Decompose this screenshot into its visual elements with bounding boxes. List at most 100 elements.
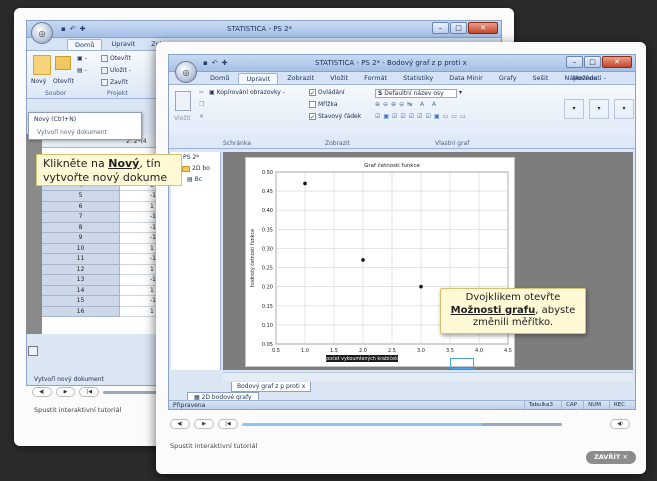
tab-sesit[interactable]: Sešit xyxy=(526,73,556,84)
sheet-tab-scatter[interactable]: Bodový graf z p proti x xyxy=(231,382,312,392)
paste-icon[interactable] xyxy=(175,91,191,111)
back-quick-access[interactable]: ▪ ↶ ✚ xyxy=(61,25,86,33)
checkbox-statusbar[interactable]: ✓ Stavový řádek xyxy=(309,113,361,121)
row-number[interactable]: 15 xyxy=(42,296,120,307)
data-point[interactable] xyxy=(419,284,423,289)
tab-domu[interactable]: Domů xyxy=(203,73,236,84)
prev-button[interactable]: |◀ xyxy=(218,419,238,429)
ribbon-extra-3[interactable]: ▾ xyxy=(614,99,634,119)
data-point[interactable] xyxy=(361,258,365,262)
tab-grafy[interactable]: Grafy xyxy=(492,73,524,84)
paste-button[interactable]: Vložit xyxy=(174,115,191,122)
graph-tools-icons[interactable]: ☑▣☑☑☑☑☑▣▭▭▭ xyxy=(375,113,469,120)
rewind-button[interactable]: ◀| xyxy=(32,387,52,397)
minimize-button[interactable]: – xyxy=(432,22,449,34)
back-tutorial-link[interactable]: Spustit interaktivní tutoriál xyxy=(34,406,121,414)
back-sheet-icon[interactable] xyxy=(28,346,38,356)
maximize-button[interactable]: □ xyxy=(450,22,467,34)
play-button[interactable]: ▶ xyxy=(55,387,76,397)
x-axis-label[interactable]: počet vykoumlených krabiček xyxy=(326,355,398,362)
menu-item-new[interactable]: Nový (Ctrl+N) xyxy=(29,113,141,126)
tab-format[interactable]: Formát xyxy=(357,73,394,84)
row-number[interactable]: 13 xyxy=(42,275,120,286)
front-tutorial-link[interactable]: Spustit interaktivní tutoriál xyxy=(170,442,257,450)
volume-button[interactable]: ◀) xyxy=(610,419,630,429)
row-number[interactable]: 14 xyxy=(42,285,120,296)
front-window-controls: – □ ✕ xyxy=(566,56,632,68)
tab-domu[interactable]: Domů xyxy=(67,39,103,50)
front-title-bar: ▪ ↶ ✚ STATISTICA - PS 2* - Bodový graf z p… xyxy=(169,55,635,72)
front-player-controls: ◀| ▶ |◀ ◀) xyxy=(170,416,640,432)
close-icon: ✕ xyxy=(622,453,628,461)
y-tick-label: 0.15 xyxy=(262,304,273,310)
chart-title: Graf četnosti funkce xyxy=(364,162,420,169)
row-number[interactable]: 16 xyxy=(42,306,120,317)
save-small-icon xyxy=(101,67,108,74)
open-button[interactable]: Otevřít xyxy=(53,78,74,85)
tab-statistiky[interactable]: Statistiky xyxy=(396,73,440,84)
new-button[interactable]: Nový xyxy=(31,78,46,85)
y-tick-label: 0.25 xyxy=(262,266,273,272)
save-icon[interactable]: ▣ - xyxy=(77,55,87,62)
ribbon-extra-1[interactable]: ▾ xyxy=(564,99,584,119)
row-number[interactable]: 5 xyxy=(42,191,120,202)
row-number[interactable]: 11 xyxy=(42,254,120,265)
rewind-button[interactable]: ◀| xyxy=(170,419,190,429)
prev-button[interactable]: |◀ xyxy=(79,387,100,397)
row-number[interactable]: 12 xyxy=(42,264,120,275)
y-axis-label[interactable]: hodnoty četnosti funkce xyxy=(249,229,256,287)
maximize-button[interactable]: □ xyxy=(584,56,601,68)
axis-style-select[interactable]: S Defaultní název osy xyxy=(375,89,457,98)
print-icon[interactable]: ▤ - xyxy=(77,67,87,74)
data-point[interactable] xyxy=(303,181,307,186)
options-menu[interactable]: Možnosti - xyxy=(566,73,613,84)
scatter-chart[interactable]: 0.5 1.0 1.5 2.0 2.5 3.0 3.5 4.0 4.5 0.05 0.10 0.15 0… xyxy=(246,158,516,368)
tab-data-mining[interactable]: Data Minir xyxy=(442,73,490,84)
graph-doc-icon: ▤ xyxy=(187,176,195,183)
y-tick-label: 0.20 xyxy=(262,285,273,291)
cut-icon[interactable]: ✂ xyxy=(199,89,204,96)
y-tick-label: 0.35 xyxy=(262,227,273,233)
ribbon-save-link[interactable]: Uložit - xyxy=(101,67,131,74)
screen-copy-button[interactable]: ▣ Kopírování obrazovky - xyxy=(209,89,285,96)
front-progress-track[interactable] xyxy=(242,422,562,426)
checkbox-grid[interactable]: Mřížka xyxy=(309,101,338,108)
tab-upravit[interactable]: Upravit xyxy=(238,73,279,84)
tab-vlozit[interactable]: Vložit xyxy=(323,73,355,84)
new-dropdown-menu: Nový (Ctrl+N) Vytvoří nový dokument xyxy=(28,112,142,140)
group-label-custom-graph: Vlastní graf xyxy=(435,140,470,147)
ribbon-extra-2[interactable]: ▾ xyxy=(589,99,609,119)
status-rec: REC xyxy=(608,401,629,409)
app-menu-orb[interactable]: ◎ xyxy=(175,61,197,83)
horizontal-scrollbar[interactable] xyxy=(223,372,633,381)
row-number[interactable]: 10 xyxy=(42,243,120,254)
group-label-file: Soubor xyxy=(45,90,67,97)
delete-icon[interactable]: ✕ xyxy=(199,113,204,120)
copy-icon[interactable]: ❐ xyxy=(199,101,204,108)
close-button[interactable]: ✕ xyxy=(468,22,498,34)
row-number[interactable]: 6 xyxy=(42,201,120,212)
play-button[interactable]: ▶ xyxy=(194,419,214,429)
front-ribbon-tabs: Domů Upravit Zobrazit Vložit Formát Stat… xyxy=(169,72,635,85)
close-button[interactable]: ✕ xyxy=(602,56,632,68)
ribbon-open-link[interactable]: Otevřít xyxy=(101,55,131,62)
row-number[interactable]: 8 xyxy=(42,222,120,233)
close-tutorial-button[interactable]: ZAVŘÍT ✕ xyxy=(586,451,636,464)
graph-canvas[interactable]: 0.5 1.0 1.5 2.0 2.5 3.0 3.5 4.0 4.5 0.05 0.10 0.15 0… xyxy=(245,157,515,367)
tab-upravit[interactable]: Upravit xyxy=(104,39,142,50)
tree-leaf[interactable]: ▤ Bc xyxy=(187,176,202,183)
checkbox-controls[interactable]: ✓ Ovládání xyxy=(309,89,345,97)
tab-zobrazit[interactable]: Zobrazit xyxy=(280,73,321,84)
row-number[interactable]: 9 xyxy=(42,233,120,244)
front-quick-access[interactable]: ▪ ↶ ✚ xyxy=(203,59,228,67)
minimize-button[interactable]: – xyxy=(566,56,583,68)
folder-icon xyxy=(182,165,191,172)
ribbon-close-link[interactable]: Zavřít xyxy=(101,79,128,86)
row-number[interactable]: 7 xyxy=(42,212,120,223)
open-folder-icon[interactable] xyxy=(55,56,71,70)
dropdown-arrow-icon[interactable]: ▾ xyxy=(459,89,462,96)
zoom-tools-icons[interactable]: ⊕⊖⊕⊖↹ A A xyxy=(375,101,439,108)
x-tick-label: 4.0 xyxy=(475,348,483,354)
new-document-icon[interactable] xyxy=(33,55,51,75)
app-menu-orb[interactable]: ◎ xyxy=(31,22,53,44)
